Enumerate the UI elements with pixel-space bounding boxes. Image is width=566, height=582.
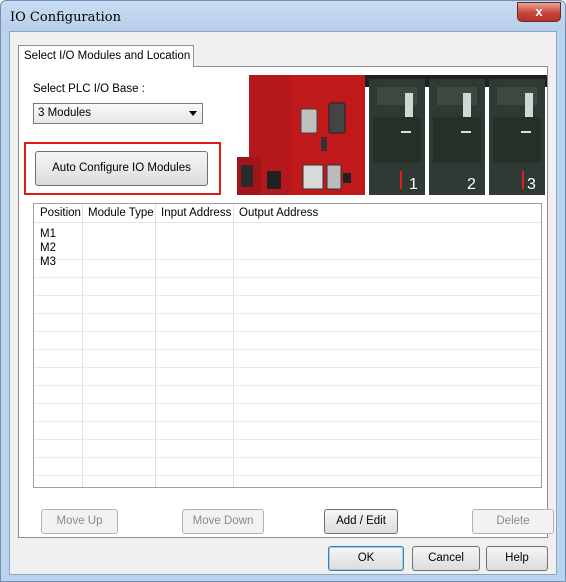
row-divider xyxy=(34,385,541,386)
column-header-input-address[interactable]: Input Address xyxy=(161,207,231,219)
title-bar[interactable]: IO Configuration x xyxy=(1,1,565,31)
cancel-button[interactable]: Cancel xyxy=(412,546,480,571)
row-divider xyxy=(34,331,541,332)
close-button[interactable]: x xyxy=(517,2,561,22)
plc-io-base-label: Select PLC I/O Base : xyxy=(33,83,145,95)
table-row-position[interactable]: M2 xyxy=(40,242,56,254)
column-header-output-address[interactable]: Output Address xyxy=(239,207,318,219)
tab-panel: Select PLC I/O Base : 3 Modules Auto Con… xyxy=(18,66,554,538)
row-divider xyxy=(34,439,541,440)
chevron-down-icon xyxy=(189,111,197,116)
io-configuration-window: IO Configuration x Select I/O Modules an… xyxy=(0,0,566,582)
move-up-button[interactable]: Move Up xyxy=(41,509,118,534)
io-modules-table[interactable]: Position Module Type Input Address Outpu… xyxy=(33,203,542,488)
move-down-button[interactable]: Move Down xyxy=(182,509,264,534)
tab-select-io-modules[interactable]: Select I/O Modules and Location xyxy=(18,45,194,67)
row-divider xyxy=(34,313,541,314)
column-divider xyxy=(155,204,156,487)
io-module-2 xyxy=(429,79,485,195)
column-divider xyxy=(82,204,83,487)
close-icon: x xyxy=(535,4,543,19)
help-button[interactable]: Help xyxy=(486,546,548,571)
auto-configure-button[interactable]: Auto Configure IO Modules xyxy=(35,151,208,186)
row-divider xyxy=(34,259,541,260)
row-divider xyxy=(34,475,541,476)
row-divider xyxy=(34,421,541,422)
column-header-position[interactable]: Position xyxy=(40,207,81,219)
dialog-client: Select I/O Modules and Location Select P… xyxy=(9,31,557,575)
plc-io-base-select[interactable]: 3 Modules xyxy=(33,103,203,124)
io-module-3 xyxy=(489,79,545,195)
column-divider xyxy=(233,204,234,487)
add-edit-button[interactable]: Add / Edit xyxy=(324,509,398,534)
slot-number-1: 1 xyxy=(409,176,418,193)
row-divider xyxy=(34,295,541,296)
slot-number-3: 3 xyxy=(527,176,536,193)
table-row-position[interactable]: M3 xyxy=(40,256,56,268)
row-divider xyxy=(34,349,541,350)
table-row-position[interactable]: M1 xyxy=(40,228,56,240)
row-divider xyxy=(34,367,541,368)
ok-button[interactable]: OK xyxy=(328,546,404,571)
table-header: Position Module Type Input Address Outpu… xyxy=(34,204,541,223)
delete-button[interactable]: Delete xyxy=(472,509,554,534)
slot-number-2: 2 xyxy=(467,176,476,193)
row-divider xyxy=(34,457,541,458)
window-title: IO Configuration xyxy=(10,10,121,25)
row-divider xyxy=(34,277,541,278)
column-header-module-type[interactable]: Module Type xyxy=(88,207,154,219)
plc-illustration: 1 2 3 xyxy=(237,75,547,195)
row-divider xyxy=(34,403,541,404)
plc-io-base-value: 3 Modules xyxy=(38,107,92,119)
